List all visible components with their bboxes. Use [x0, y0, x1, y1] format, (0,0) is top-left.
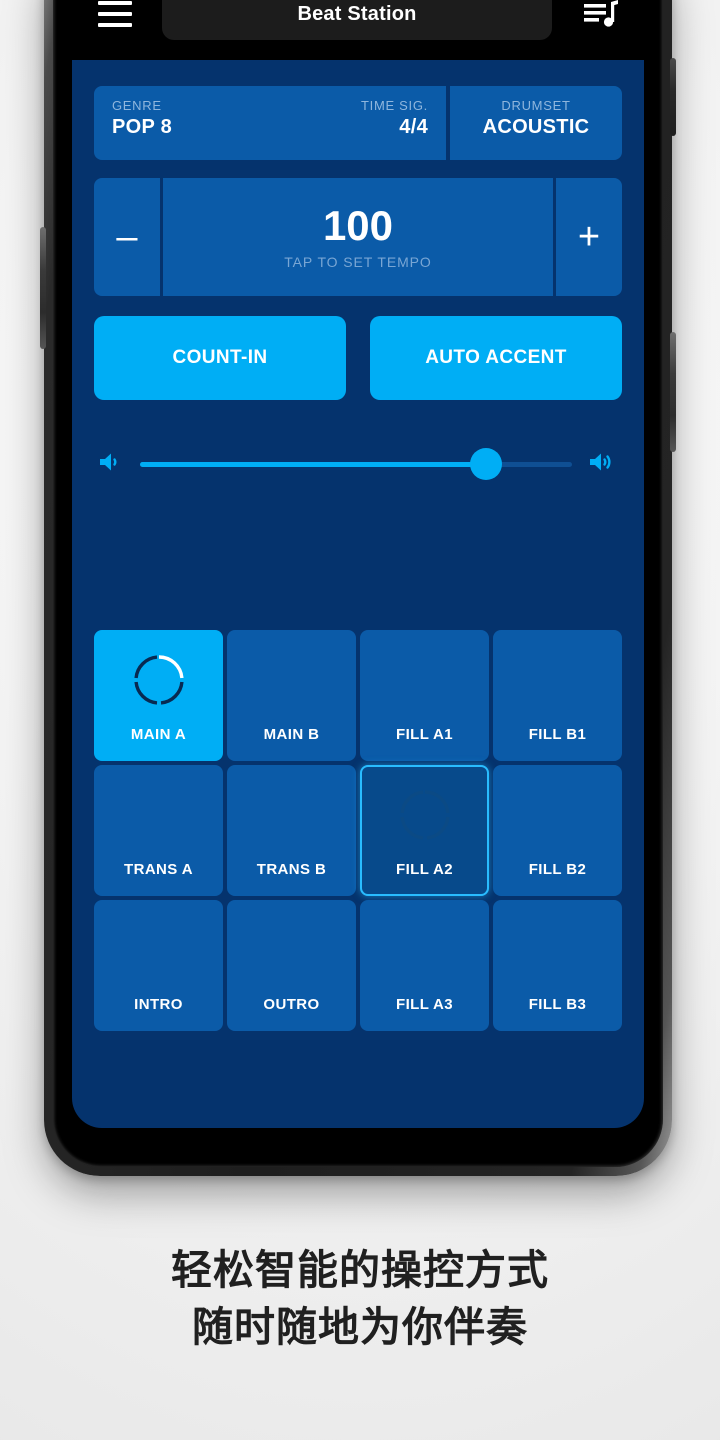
- app-bar: Beat Station: [72, 0, 644, 60]
- volume-slider[interactable]: [140, 447, 572, 481]
- drumset-field: DRUMSET ACOUSTIC: [483, 98, 590, 146]
- genre-label: GENRE: [112, 98, 162, 113]
- pad-trans-a[interactable]: TRANS A: [94, 765, 223, 896]
- phone-device-frame: Beat Station GENRE POP 8 TIME SIG. 4/4 D…: [40, 0, 676, 1176]
- volume-slider-fill: [140, 461, 486, 467]
- pad-label: FILL B3: [528, 996, 587, 1013]
- pad-label: TRANS B: [256, 861, 327, 878]
- menu-bar-1: [98, 1, 132, 5]
- pad-main-a[interactable]: MAIN A: [94, 630, 223, 761]
- pad-label: FILL A1: [396, 726, 453, 743]
- pad-label: FILL B2: [528, 861, 587, 878]
- drumset-label: DRUMSET: [501, 98, 571, 113]
- genre-field: GENRE POP 8: [112, 98, 172, 146]
- song-title-button[interactable]: Beat Station: [162, 0, 552, 40]
- genre-value: POP 8: [112, 116, 173, 138]
- pad-label: OUTRO: [263, 996, 320, 1013]
- auto-accent-button[interactable]: AUTO ACCENT: [370, 316, 622, 400]
- volume-low-icon[interactable]: [98, 450, 124, 479]
- tempo-decrease-button[interactable]: –: [94, 178, 160, 296]
- drumset-value: ACOUSTIC: [482, 116, 590, 138]
- time-signature-value: 4/4: [399, 116, 428, 138]
- pad-label: FILL B1: [528, 726, 587, 743]
- pad-label: MAIN B: [263, 726, 320, 743]
- menu-bar-2: [98, 12, 132, 16]
- pad-trans-b[interactable]: TRANS B: [227, 765, 356, 896]
- tempo-value: 100: [322, 201, 394, 249]
- pad-label: INTRO: [134, 996, 183, 1013]
- time-signature-field: TIME SIG. 4/4: [361, 98, 428, 146]
- pad-fill-b2[interactable]: FILL B2: [493, 765, 622, 896]
- pad-intro[interactable]: INTRO: [94, 900, 223, 1031]
- pad-fill-b3[interactable]: FILL B3: [493, 900, 622, 1031]
- tempo-control: – 100 TAP TO SET TEMPO +: [94, 178, 622, 296]
- pad-progress-ring-icon: [397, 787, 453, 843]
- pad-label: MAIN A: [130, 726, 187, 743]
- pad-outro[interactable]: OUTRO: [227, 900, 356, 1031]
- device-volume-button[interactable]: [40, 227, 46, 349]
- pad-fill-a3[interactable]: FILL A3: [360, 900, 489, 1031]
- promo-caption: 轻松智能的操控方式 随时随地为你伴奏: [0, 1242, 720, 1355]
- layout-spacer: [94, 510, 622, 630]
- pad-fill-b1[interactable]: FILL B1: [493, 630, 622, 761]
- genre-timesig-card[interactable]: GENRE POP 8 TIME SIG. 4/4: [94, 86, 446, 160]
- pad-label: FILL A3: [396, 996, 453, 1013]
- phone-screen: Beat Station GENRE POP 8 TIME SIG. 4/4 D…: [72, 0, 644, 1128]
- app-title: Beat Station: [297, 2, 417, 25]
- volume-slider-thumb[interactable]: [469, 448, 502, 480]
- pattern-pad-grid: MAIN A MAIN B FILL A1 FILL B1 TRANS A TRANS B…: [94, 630, 622, 1031]
- pad-main-b[interactable]: MAIN B: [227, 630, 356, 761]
- tempo-increase-button[interactable]: +: [556, 178, 622, 296]
- tempo-tap-area[interactable]: 100 TAP TO SET TEMPO: [163, 178, 553, 296]
- pad-fill-a2[interactable]: FILL A2: [360, 765, 489, 896]
- device-power-button[interactable]: [670, 332, 676, 452]
- drumset-card[interactable]: DRUMSET ACOUSTIC: [450, 86, 622, 160]
- pad-label: FILL A2: [396, 861, 453, 878]
- count-in-button[interactable]: COUNT-IN: [94, 316, 346, 400]
- info-bar: GENRE POP 8 TIME SIG. 4/4 DRUMSET ACOUST…: [94, 86, 622, 160]
- device-side-button[interactable]: [670, 58, 676, 136]
- promo-caption-line-2: 随时随地为你伴奏: [192, 1302, 528, 1351]
- app-content: GENRE POP 8 TIME SIG. 4/4 DRUMSET ACOUST…: [72, 60, 644, 1128]
- time-signature-label: TIME SIG.: [361, 98, 428, 113]
- tempo-hint: TAP TO SET TEMPO: [284, 254, 432, 271]
- pad-fill-a1[interactable]: FILL A1: [360, 630, 489, 761]
- pad-label: TRANS A: [124, 861, 193, 878]
- promo-caption-line-1: 轻松智能的操控方式: [171, 1246, 549, 1294]
- toggle-button-row: COUNT-IN AUTO ACCENT: [94, 316, 622, 400]
- hamburger-menu-icon[interactable]: [98, 1, 132, 27]
- volume-high-icon[interactable]: [588, 450, 618, 479]
- volume-control: [94, 434, 622, 494]
- pad-progress-ring-icon: [131, 652, 187, 708]
- playlist-queue-icon[interactable]: [582, 0, 620, 31]
- menu-bar-3: [98, 23, 132, 27]
